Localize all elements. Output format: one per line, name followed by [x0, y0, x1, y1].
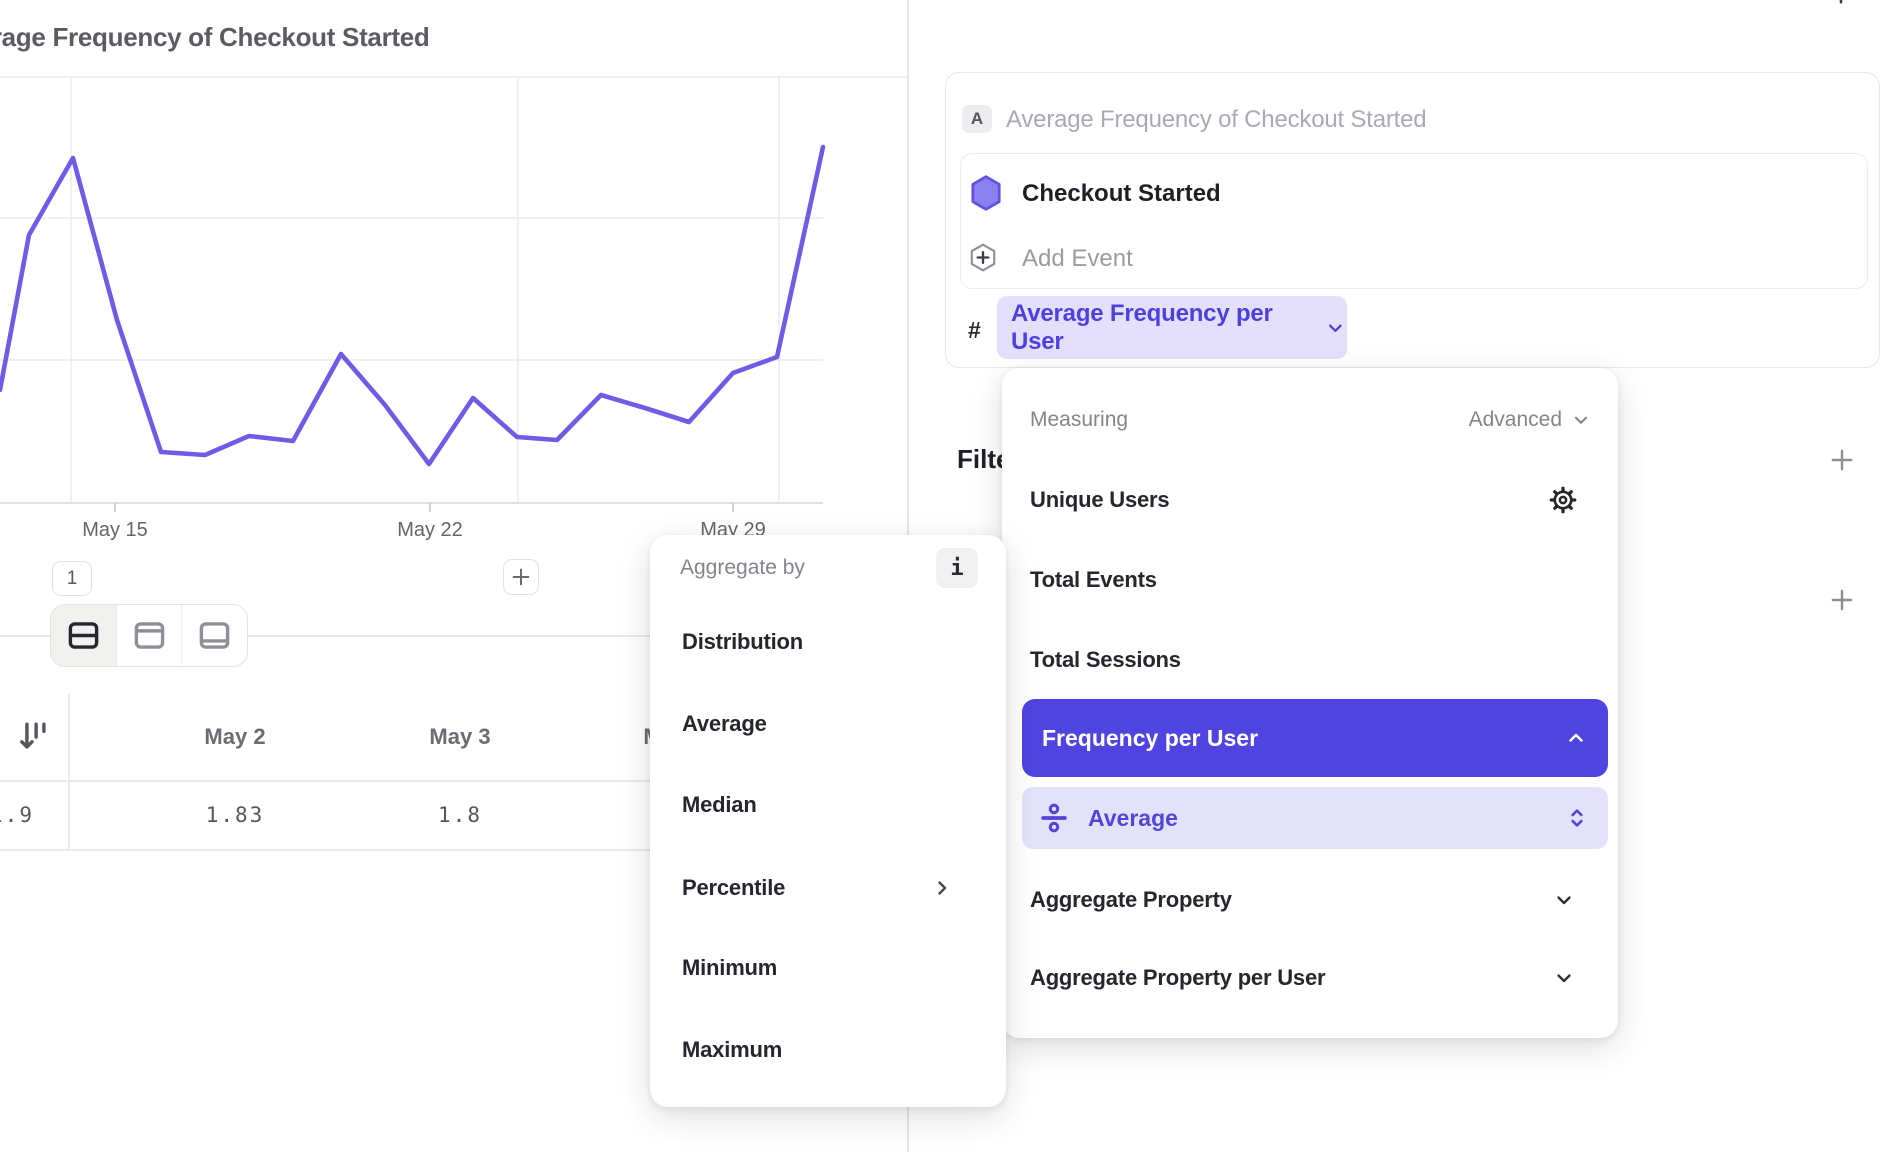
- plus-icon: [510, 566, 532, 588]
- granularity-input[interactable]: 1: [52, 561, 92, 596]
- measurement-dropdown[interactable]: Average Frequency per User: [997, 296, 1347, 359]
- sort-column-header[interactable]: [0, 694, 68, 780]
- table-header-may2[interactable]: May 2: [125, 694, 345, 780]
- event-hexagon-icon: [969, 174, 1003, 212]
- table-column-divider: [68, 694, 70, 850]
- table-cell-overall: 1.9: [0, 780, 46, 849]
- info-icon[interactable]: i: [936, 548, 978, 588]
- menu-item-aggregate-property[interactable]: Aggregate Property: [1030, 878, 1592, 922]
- menu-item-maximum[interactable]: Maximum: [682, 1028, 982, 1072]
- top-panel-icon: [131, 617, 168, 654]
- menu-item-median[interactable]: Median: [682, 783, 982, 827]
- add-breakdown-button[interactable]: [1829, 587, 1855, 613]
- split-horizontal-icon: [65, 617, 102, 654]
- layout-top-panel-button[interactable]: [116, 605, 182, 666]
- chevron-down-icon: [1570, 409, 1592, 431]
- chevron-down-icon: [1324, 316, 1347, 340]
- menu-item-distribution[interactable]: Distribution: [682, 620, 982, 664]
- insights-editor: Average Frequency of Checkout Started Ma…: [0, 0, 1898, 1152]
- add-metric-button[interactable]: [1828, 0, 1854, 6]
- line-chart: [0, 0, 907, 560]
- gear-icon[interactable]: [1548, 485, 1578, 515]
- layout-split-horizontal-button[interactable]: [51, 605, 116, 666]
- plus-icon: [1829, 447, 1855, 473]
- measurement-label: Average Frequency per User: [1011, 300, 1314, 356]
- menu-item-unique-users[interactable]: Unique Users: [1030, 478, 1592, 522]
- menu-item-percentile[interactable]: Percentile: [682, 866, 982, 910]
- add-chart-button[interactable]: [503, 559, 539, 595]
- menu-item-frequency-per-user[interactable]: Frequency per User: [1022, 699, 1608, 777]
- series-letter-badge[interactable]: A: [962, 105, 992, 133]
- divide-icon: [1038, 802, 1070, 834]
- x-tick-label: May 22: [397, 519, 463, 542]
- measuring-header-row: Measuring Advanced: [1030, 398, 1592, 442]
- table-cell: 1.83: [125, 780, 345, 849]
- chevron-right-icon: [930, 876, 954, 900]
- event-row[interactable]: Checkout Started: [1022, 180, 1221, 208]
- numeric-operator-symbol: #: [968, 317, 981, 344]
- chevron-down-icon: [1552, 888, 1576, 912]
- menu-item-average[interactable]: Average: [682, 702, 982, 746]
- bottom-panel-icon: [196, 617, 233, 654]
- sort-descending-icon: [17, 718, 51, 756]
- up-down-arrows-icon: [1564, 805, 1590, 831]
- table-header-may3[interactable]: May 3: [350, 694, 570, 780]
- menu-item-average-aggregation[interactable]: Average: [1022, 787, 1608, 849]
- metric-section-heading: Metric: [957, 0, 1034, 5]
- layout-toggle-group: [50, 604, 248, 667]
- add-event-icon[interactable]: [968, 242, 998, 273]
- menu-item-total-events[interactable]: Total Events: [1030, 558, 1592, 602]
- chevron-down-icon: [1552, 966, 1576, 990]
- chevron-up-icon: [1564, 726, 1588, 750]
- menu-item-aggregate-property-per-user[interactable]: Aggregate Property per User: [1030, 956, 1592, 1000]
- menu-item-total-sessions[interactable]: Total Sessions: [1030, 638, 1592, 682]
- add-filter-button[interactable]: [1829, 447, 1855, 473]
- aggregate-by-header-row: Aggregate by: [680, 546, 980, 590]
- menu-item-minimum[interactable]: Minimum: [682, 946, 982, 990]
- add-event-button[interactable]: Add Event: [1022, 245, 1133, 273]
- advanced-toggle[interactable]: Advanced: [1469, 408, 1592, 432]
- plus-icon: [1828, 0, 1854, 6]
- table-cell: 1.8: [350, 780, 570, 849]
- x-tick-label: May 15: [82, 519, 148, 542]
- layout-bottom-panel-button[interactable]: [181, 605, 247, 666]
- aggregate-by-header: Aggregate by: [680, 556, 805, 580]
- measuring-header: Measuring: [1030, 408, 1128, 432]
- plus-icon: [1829, 587, 1855, 613]
- metric-name-input[interactable]: Average Frequency of Checkout Started: [1006, 106, 1426, 134]
